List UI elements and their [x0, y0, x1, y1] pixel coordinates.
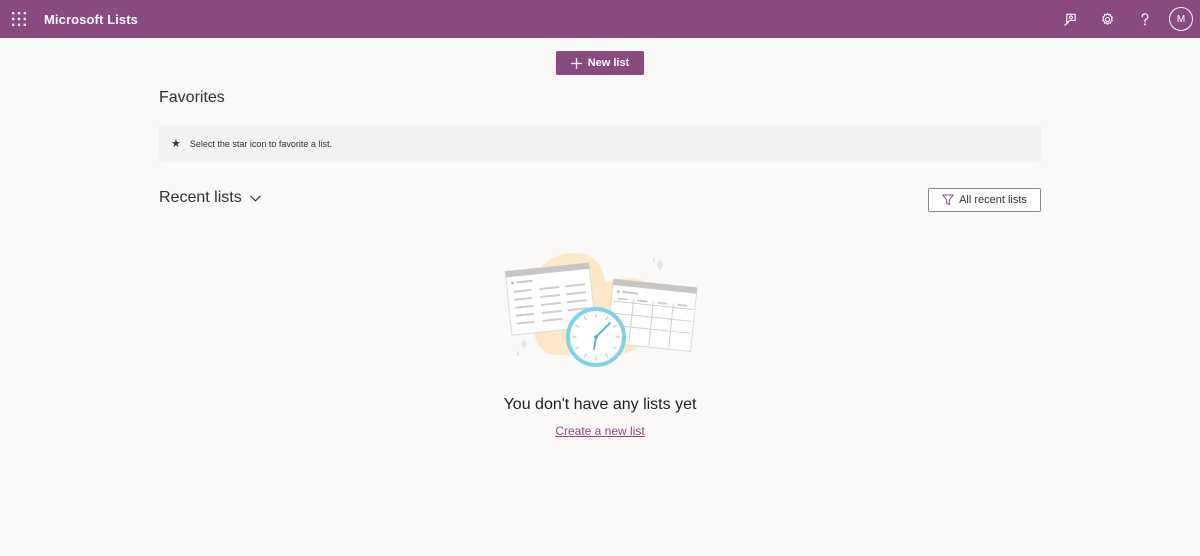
recent-lists-title: Recent lists: [159, 189, 242, 206]
empty-state-message: You don't have any lists yet: [503, 396, 697, 413]
feedback-button[interactable]: [1052, 0, 1089, 38]
favorites-empty-box: ★ Select the star icon to favorite a lis…: [159, 125, 1041, 162]
filter-icon: [942, 194, 954, 206]
app-launcher-button[interactable]: [0, 0, 38, 38]
help-icon: [1141, 12, 1148, 26]
empty-lists-illustration: [500, 245, 700, 380]
all-recent-lists-label: All recent lists: [959, 194, 1027, 206]
star-icon: ★: [171, 138, 181, 150]
create-new-list-link[interactable]: Create a new list: [500, 424, 700, 438]
favorites-title: Favorites: [159, 89, 225, 106]
favorites-hint: Select the star icon to favorite a list.: [189, 138, 332, 149]
top-bar: Microsoft Lists M: [0, 0, 1200, 38]
feedback-icon: [1064, 13, 1076, 26]
plus-icon: [570, 57, 582, 69]
all-recent-lists-button[interactable]: All recent lists: [928, 188, 1041, 212]
avatar[interactable]: M: [1169, 7, 1193, 31]
settings-button[interactable]: [1089, 0, 1126, 38]
gear-icon: [1102, 12, 1113, 25]
help-button[interactable]: [1126, 0, 1163, 38]
top-bar-actions: M: [1052, 0, 1200, 38]
app-launcher-icon: [12, 12, 26, 26]
app-title[interactable]: Microsoft Lists: [44, 12, 138, 27]
new-list-label: New list: [587, 57, 630, 69]
new-list-button[interactable]: New list: [556, 51, 644, 75]
chevron-down-icon: [249, 194, 261, 202]
recent-lists-dropdown[interactable]: Recent lists: [159, 189, 261, 207]
